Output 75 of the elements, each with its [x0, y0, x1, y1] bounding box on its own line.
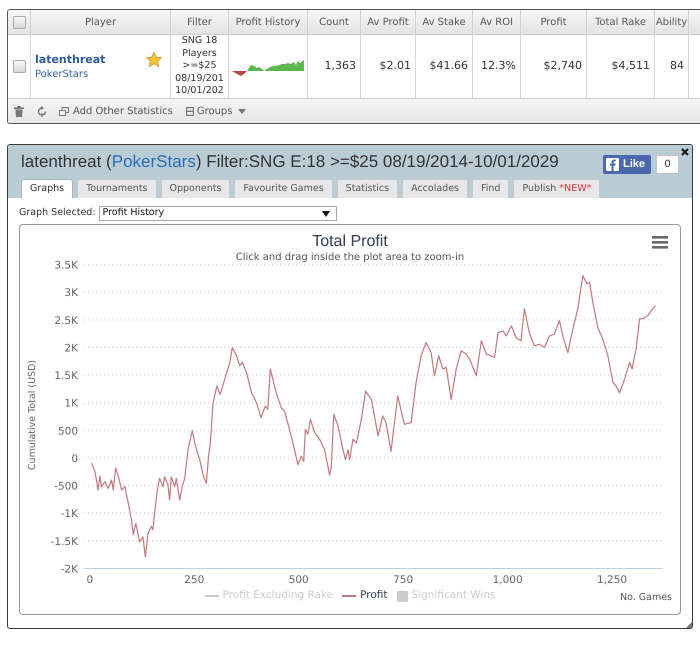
table-cell: SNG 18 Players >=$25 08/19/201 10/01/202 [171, 35, 229, 98]
chart-title: Total Profit [312, 233, 388, 250]
star-icon[interactable] [146, 52, 162, 67]
windows-icon [59, 106, 69, 116]
x-tick-label: 500 [288, 574, 309, 586]
column-header[interactable]: Count [308, 10, 361, 34]
close-icon[interactable] [681, 148, 689, 156]
tab[interactable]: Tournaments [77, 179, 156, 198]
column-header[interactable]: Profit [521, 10, 587, 34]
table-icon [186, 106, 194, 116]
table-cell: $2,740 [521, 35, 587, 98]
y-tick-label: -1K [60, 508, 78, 520]
y-tick-label: -500 [54, 480, 78, 493]
column-header[interactable]: Av ROI [473, 10, 521, 34]
checkbox[interactable] [12, 60, 26, 73]
table-cell: 84 [655, 35, 689, 98]
table-cell: $4,511 [587, 35, 655, 98]
field-label: Graph Selected: [19, 206, 96, 220]
f-logo-icon [606, 158, 619, 170]
chart-subtitle: Click and drag inside the plot area to zoom-in [236, 252, 464, 263]
y-tick-label: -2K [60, 564, 78, 576]
legend-item[interactable]: Profit [342, 588, 388, 604]
x-axis-title: No. Games [620, 590, 672, 605]
y-axis-title: Cumulative Total (USD) [27, 360, 38, 470]
like-button[interactable]: Like [602, 154, 651, 174]
groups-button[interactable]: Groups [186, 103, 246, 119]
y-tick-label: 1.5K [54, 370, 78, 382]
player-link[interactable]: latenthreat [35, 52, 106, 66]
caret-icon [322, 210, 330, 216]
resize-grip-icon[interactable] [686, 622, 692, 628]
column-header[interactable]: Av Stake [416, 10, 473, 34]
y-tick-label: 2K [64, 342, 78, 354]
legend-square-icon [396, 590, 408, 602]
y-tick-label: 3.5K [54, 260, 78, 272]
y-tick-label: 2.5K [54, 314, 78, 327]
trash-icon [14, 106, 24, 116]
checkbox[interactable] [12, 16, 26, 28]
x-tick-label: 0 [86, 574, 94, 586]
add-statistics-button[interactable]: Add Other Statistics [59, 103, 173, 119]
menu-icon[interactable] [652, 236, 668, 249]
tab[interactable]: Favourite Games [234, 179, 333, 198]
x-tick-label: 1,000 [492, 574, 523, 586]
panel-title: latenthreat (PokerStars) Filter:SNG E:18 >=$25 08/19/2014-10/01/2029 [21, 151, 559, 174]
site-link[interactable]: PokerStars [35, 68, 106, 80]
tab[interactable]: Accolades [402, 179, 468, 198]
tab[interactable]: Statistics [336, 179, 398, 198]
tab[interactable]: Graphs [21, 179, 74, 198]
table-cell: 12.3% [473, 35, 521, 98]
table-cell: 1,363 [308, 35, 361, 98]
column-header[interactable]: Av Profit [361, 10, 416, 34]
y-tick-label: 500 [58, 425, 78, 438]
x-tick-label: 250 [184, 574, 204, 586]
y-tick-label: 1K [64, 398, 78, 410]
y-tick-label: -1.5K [50, 536, 78, 548]
legend-line-icon [204, 595, 218, 597]
table-cell: $41.66 [416, 35, 473, 98]
graph-select[interactable]: Profit History [98, 206, 337, 221]
column-header[interactable]: Profit History [229, 10, 308, 34]
y-tick-label: 3K [64, 287, 78, 300]
refresh-button[interactable] [35, 103, 49, 119]
tab[interactable]: Find [472, 179, 510, 198]
x-tick-label: 1,250 [597, 574, 628, 586]
column-header[interactable]: Total Rake [587, 10, 655, 34]
column-header[interactable]: Player [31, 10, 171, 34]
column-header[interactable]: Filter [171, 10, 229, 34]
x-tick-label: 750 [393, 574, 414, 586]
column-header[interactable]: Ability [655, 10, 689, 34]
tab[interactable]: Publish *NEW* [513, 179, 600, 198]
tab[interactable]: Opponents [160, 179, 230, 198]
like-count: 0 [656, 154, 679, 174]
caret-icon [238, 108, 246, 114]
delete-button[interactable] [12, 103, 26, 119]
y-tick-label: 0 [71, 453, 78, 465]
refresh-icon [37, 106, 47, 116]
table-cell: $2.01 [361, 35, 416, 98]
